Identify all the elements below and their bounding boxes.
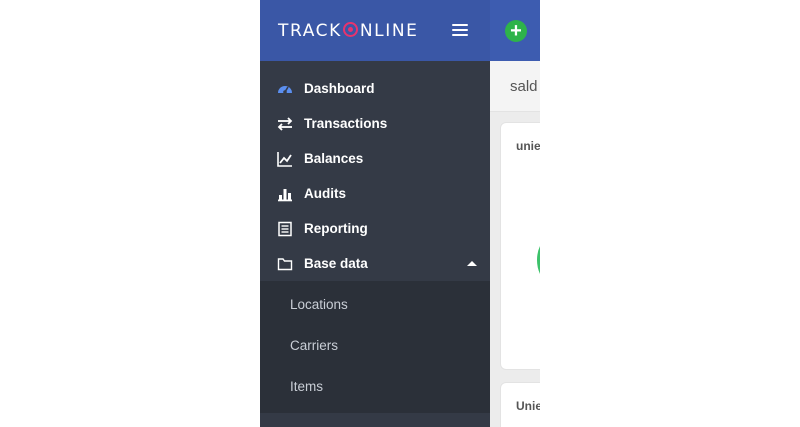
- widget-card: Unie: [500, 382, 540, 427]
- sidebar-item-label: Balances: [304, 151, 364, 166]
- sidebar-item-label: Dashboard: [304, 81, 375, 96]
- transfer-arrows-icon: [277, 117, 293, 131]
- add-button[interactable]: +: [505, 20, 527, 42]
- submenu-item-label: Items: [290, 379, 324, 394]
- logo-target-icon: [342, 22, 358, 37]
- page-title-bar: sald: [490, 61, 540, 112]
- page-title: sald: [510, 78, 538, 95]
- trackonline-logo[interactable]: TRACK NLINE: [278, 20, 419, 42]
- card-title: Unie: [516, 399, 540, 413]
- widget-card: unie: [500, 122, 540, 370]
- logo-text-nline: NLINE: [359, 21, 419, 41]
- sidebar: TRACK NLINE Dashboard Transactions Balan…: [260, 0, 490, 427]
- sidebar-item-transactions[interactable]: Transactions: [260, 106, 490, 141]
- submenu-item-carriers[interactable]: Carriers: [260, 322, 490, 363]
- caret-up-icon: [467, 261, 477, 266]
- sidebar-item-reporting[interactable]: Reporting: [260, 211, 490, 246]
- sidebar-item-balances[interactable]: Balances: [260, 141, 490, 176]
- menu-toggle-icon[interactable]: [452, 24, 468, 38]
- folder-icon: [277, 258, 293, 271]
- report-list-icon: [278, 221, 292, 237]
- bar-chart-icon: [278, 189, 292, 202]
- submenu-item-label: Locations: [290, 297, 348, 312]
- top-bar: +: [490, 0, 540, 61]
- donut-chart-ring: [537, 227, 540, 293]
- sidebar-item-label: Reporting: [304, 221, 368, 236]
- sidebar-item-dashboard[interactable]: Dashboard: [260, 71, 490, 106]
- submenu-item-items[interactable]: Items: [260, 363, 490, 404]
- sidebar-item-audits[interactable]: Audits: [260, 176, 490, 211]
- submenu-item-label: Carriers: [290, 338, 339, 353]
- line-chart-icon: [277, 152, 292, 167]
- app-window: TRACK NLINE Dashboard Transactions Balan…: [260, 0, 540, 427]
- sidebar-header: TRACK NLINE: [260, 0, 490, 61]
- sidebar-item-label: Base data: [304, 256, 368, 271]
- base-data-submenu: Locations Carriers Items: [260, 281, 490, 413]
- submenu-item-locations[interactable]: Locations: [260, 281, 490, 322]
- sidebar-item-label: Transactions: [304, 116, 388, 131]
- sidebar-item-label: Audits: [304, 186, 346, 201]
- main-content: + sald unie Unie: [490, 0, 540, 427]
- dashboard-icon: [278, 86, 292, 94]
- sidebar-nav: Dashboard Transactions Balances Audits R…: [260, 71, 490, 281]
- card-title: unie: [516, 139, 540, 153]
- logo-text-track: TRACK: [278, 21, 342, 41]
- sidebar-item-base-data[interactable]: Base data: [260, 246, 490, 281]
